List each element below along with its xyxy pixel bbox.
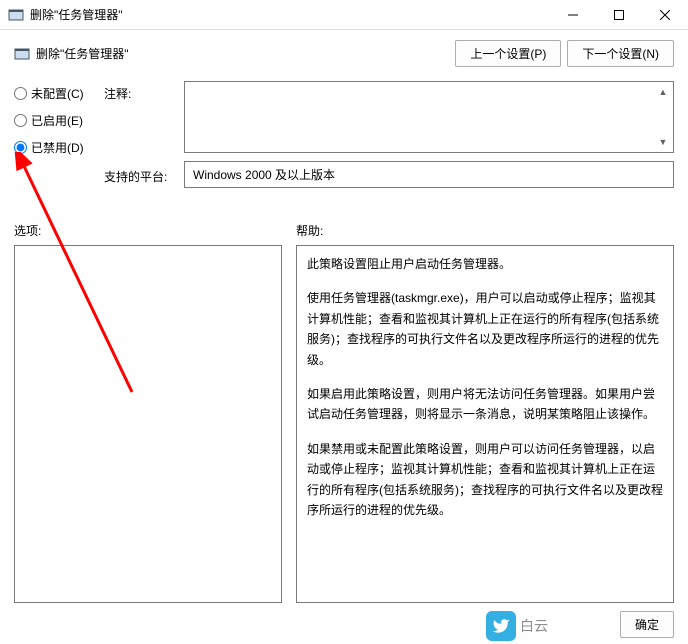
help-paragraph: 此策略设置阻止用户启动任务管理器。 [307, 254, 663, 274]
watermark-icon [486, 611, 516, 641]
radio-not-configured-input[interactable] [14, 87, 27, 100]
options-box [14, 245, 282, 603]
radio-enabled[interactable]: 已启用(E) [14, 112, 104, 129]
close-button[interactable] [642, 0, 688, 30]
minimize-button[interactable] [550, 0, 596, 30]
watermark-text: 白云 [520, 616, 548, 636]
app-icon [8, 7, 24, 23]
titlebar: 删除"任务管理器" [0, 0, 688, 30]
maximize-button[interactable] [596, 0, 642, 30]
scroll-down-icon[interactable]: ▼ [655, 134, 671, 150]
supported-label: 支持的平台: [104, 164, 184, 185]
options-label: 选项: [14, 222, 282, 239]
comment-textarea[interactable]: ▲ ▼ [184, 81, 674, 153]
help-paragraph: 如果禁用或未配置此策略设置，则用户可以访问任务管理器，以启动或停止程序；监视其计… [307, 439, 663, 521]
supported-text: Windows 2000 及以上版本 [184, 161, 674, 188]
comment-label: 注释: [104, 81, 184, 102]
radio-not-configured[interactable]: 未配置(C) [14, 85, 104, 102]
ok-button[interactable]: 确定 [620, 611, 674, 638]
radio-disabled-input[interactable] [14, 141, 27, 154]
help-label: 帮助: [296, 222, 674, 239]
next-setting-button[interactable]: 下一个设置(N) [567, 40, 674, 67]
watermark: 白云 [486, 611, 548, 641]
scroll-up-icon[interactable]: ▲ [655, 84, 671, 100]
help-paragraph: 使用任务管理器(taskmgr.exe)，用户可以启动或停止程序；监视其计算机性… [307, 288, 663, 370]
radio-disabled-label: 已禁用(D) [31, 139, 84, 156]
radio-not-configured-label: 未配置(C) [31, 85, 84, 102]
help-box[interactable]: 此策略设置阻止用户启动任务管理器。 使用任务管理器(taskmgr.exe)，用… [296, 245, 674, 603]
setting-name: 删除"任务管理器" [36, 45, 129, 62]
radio-enabled-label: 已启用(E) [31, 112, 83, 129]
help-paragraph: 如果启用此策略设置，则用户将无法访问任务管理器。如果用户尝试启动任务管理器，则将… [307, 384, 663, 425]
setting-icon [14, 46, 30, 62]
prev-setting-button[interactable]: 上一个设置(P) [455, 40, 561, 67]
radio-disabled[interactable]: 已禁用(D) [14, 139, 104, 156]
radio-enabled-input[interactable] [14, 114, 27, 127]
window-title: 删除"任务管理器" [30, 6, 550, 23]
